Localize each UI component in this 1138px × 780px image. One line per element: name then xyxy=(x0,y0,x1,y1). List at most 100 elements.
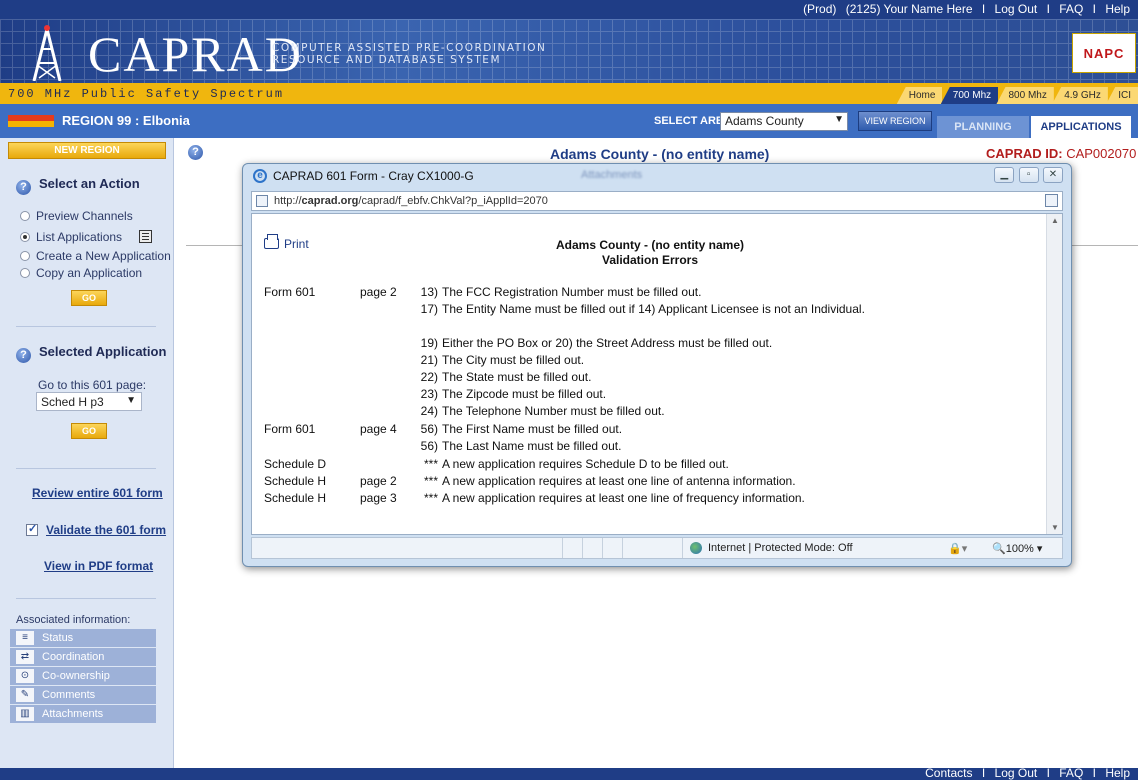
scrollbar[interactable]: ▲ ▼ xyxy=(1046,214,1062,534)
help-icon[interactable]: ? xyxy=(16,348,31,363)
error-message: The State must be filled out. xyxy=(442,370,592,384)
error-number: 56) xyxy=(420,422,438,436)
tab-700mhz[interactable]: 700 Mhz xyxy=(940,87,999,104)
logout-link[interactable]: Log Out xyxy=(995,2,1038,16)
error-number: 22) xyxy=(420,370,438,384)
caprad-id: CAPRAD ID: CAP002070 xyxy=(986,146,1137,161)
go-button-page[interactable]: GO xyxy=(71,423,107,439)
zoom-level[interactable]: 🔍100% ▾ xyxy=(992,542,1042,555)
napc-logo: NAPC xyxy=(1072,33,1136,73)
assoc-co-ownership[interactable]: ⊙ Co-ownership xyxy=(10,667,156,685)
co-ownership-icon: ⊙ xyxy=(16,669,34,683)
region-flag-icon xyxy=(8,115,54,127)
error-message: The Telephone Number must be filled out. xyxy=(442,404,665,418)
help-link[interactable]: Help xyxy=(1105,2,1130,16)
error-page: page 3 xyxy=(360,491,397,505)
popup-content: Print Adams County - (no entity name) Va… xyxy=(251,213,1063,535)
error-number: 19) xyxy=(420,336,438,350)
chevron-down-icon: ▼ xyxy=(834,114,844,125)
select-action-heading: ? Select an Action xyxy=(16,176,140,195)
region-bar: REGION 99 : Elbonia SELECT AREA: Adams C… xyxy=(0,104,1138,138)
banner: CAPRAD COMPUTER ASSISTED PRE-COORDINATIO… xyxy=(0,19,1138,83)
list-icon[interactable] xyxy=(139,230,153,243)
footer-faq-link[interactable]: FAQ xyxy=(1059,766,1083,780)
radio-preview-channels[interactable]: Preview Channels xyxy=(20,209,133,223)
attachments-icon: ▥ xyxy=(16,707,34,721)
scroll-up-icon[interactable]: ▲ xyxy=(1051,216,1059,225)
user-name: (2125) Your Name Here xyxy=(845,2,973,16)
sidebar: NEW REGION ? Select an Action Preview Cha… xyxy=(0,138,174,768)
compat-view-icon[interactable] xyxy=(1045,194,1058,207)
error-number: 24) xyxy=(420,404,438,418)
assoc-comments[interactable]: ✎ Comments xyxy=(10,686,156,704)
error-message: Either the PO Box or 20) the Street Addr… xyxy=(442,336,773,350)
popup-titlebar[interactable]: e CAPRAD 601 Form - Cray CX1000-G Attach… xyxy=(243,164,1071,188)
error-message: The First Name must be filled out. xyxy=(442,422,623,436)
error-number: *** xyxy=(423,474,438,488)
radio-tower-icon xyxy=(32,25,62,81)
help-icon[interactable]: ? xyxy=(16,180,31,195)
contacts-link[interactable]: Contacts xyxy=(925,766,972,780)
env-label: (Prod) xyxy=(803,2,837,16)
error-form: Form 601 xyxy=(264,285,316,299)
radio-list-applications[interactable]: List Applications xyxy=(20,230,153,244)
maximize-button[interactable]: ▫ xyxy=(1018,167,1039,183)
spectrum-bar: 700 MHz Public Safety Spectrum Home 700 … xyxy=(0,83,1138,104)
validate-601-link[interactable]: Validate the 601 form xyxy=(26,522,166,537)
error-page: page 2 xyxy=(360,474,397,488)
tab-ici[interactable]: ICI xyxy=(1106,87,1138,104)
footer-help-link[interactable]: Help xyxy=(1105,766,1130,780)
error-number: *** xyxy=(423,491,438,505)
review-601-link[interactable]: Review entire 601 form xyxy=(32,486,163,500)
go-button-action[interactable]: GO xyxy=(71,290,107,306)
status-bar: Internet | Protected Mode: Off 🔒▾ 🔍100% … xyxy=(251,537,1063,559)
footer-logout-link[interactable]: Log Out xyxy=(995,766,1038,780)
page-title: Adams County - (no entity name) xyxy=(550,146,770,162)
footer: Contacts I Log Out I FAQ I Help xyxy=(0,766,1138,780)
view-region-button[interactable]: VIEW REGION xyxy=(858,111,932,131)
new-region-button[interactable]: NEW REGION xyxy=(8,142,166,159)
error-message: The Last Name must be filled out. xyxy=(442,439,622,453)
background-window-title: Attachments xyxy=(581,169,643,181)
spectrum-label: 700 MHz Public Safety Spectrum xyxy=(8,87,285,101)
error-number: 21) xyxy=(420,353,438,367)
tab-4-9ghz[interactable]: 4.9 GHz xyxy=(1052,87,1108,104)
page-icon xyxy=(256,195,268,207)
assoc-attachments[interactable]: ▥ Attachments xyxy=(10,705,156,723)
error-number: *** xyxy=(423,457,438,471)
radio-create-application[interactable]: Create a New Application xyxy=(20,249,171,263)
address-bar[interactable]: http://caprad.org/caprad/f_ebfv.ChkVal?p… xyxy=(251,191,1063,211)
radio-copy-application[interactable]: Copy an Application xyxy=(20,266,142,280)
tab-home[interactable]: Home xyxy=(896,87,943,104)
assoc-coordination[interactable]: ⇄ Coordination xyxy=(10,648,156,666)
globe-icon xyxy=(690,542,702,554)
region-title: REGION 99 : Elbonia xyxy=(62,113,190,128)
tab-800mhz[interactable]: 800 Mhz xyxy=(996,87,1054,104)
select-area-dropdown[interactable]: Adams County ▼ xyxy=(720,112,848,131)
minimize-button[interactable]: ▁ xyxy=(994,167,1015,183)
security-icon[interactable]: 🔒▾ xyxy=(948,542,967,555)
error-message: The City must be filled out. xyxy=(442,353,585,367)
goto-page-label: Go to this 601 page: xyxy=(38,378,147,392)
error-number: 23) xyxy=(420,387,438,401)
goto-page-select[interactable]: Sched H p3 ▼ xyxy=(36,392,142,411)
close-button[interactable]: ✕ xyxy=(1043,167,1063,183)
checkbox-icon[interactable] xyxy=(26,522,38,536)
error-form: Form 601 xyxy=(264,422,316,436)
tab-applications[interactable]: APPLICATIONS xyxy=(1031,116,1131,138)
scroll-down-icon[interactable]: ▼ xyxy=(1051,523,1059,532)
faq-link[interactable]: FAQ xyxy=(1059,2,1083,16)
error-form: Schedule H xyxy=(264,491,327,505)
error-page: page 2 xyxy=(360,285,397,299)
error-number: 17) xyxy=(420,302,438,316)
error-form: Schedule D xyxy=(264,457,327,471)
validation-heading: Adams County - (no entity name) xyxy=(555,238,744,252)
help-icon[interactable]: ? xyxy=(188,145,203,160)
tab-planning[interactable]: PLANNING xyxy=(937,116,1029,138)
popup-window: e CAPRAD 601 Form - Cray CX1000-G Attach… xyxy=(242,163,1072,567)
top-header: (Prod) (2125) Your Name Here I Log Out I… xyxy=(0,0,1138,19)
assoc-status[interactable]: ≡ Status xyxy=(10,629,156,647)
view-pdf-link[interactable]: View in PDF format xyxy=(44,559,153,573)
status-icon: ≡ xyxy=(16,631,34,645)
coordination-icon: ⇄ xyxy=(16,650,34,664)
